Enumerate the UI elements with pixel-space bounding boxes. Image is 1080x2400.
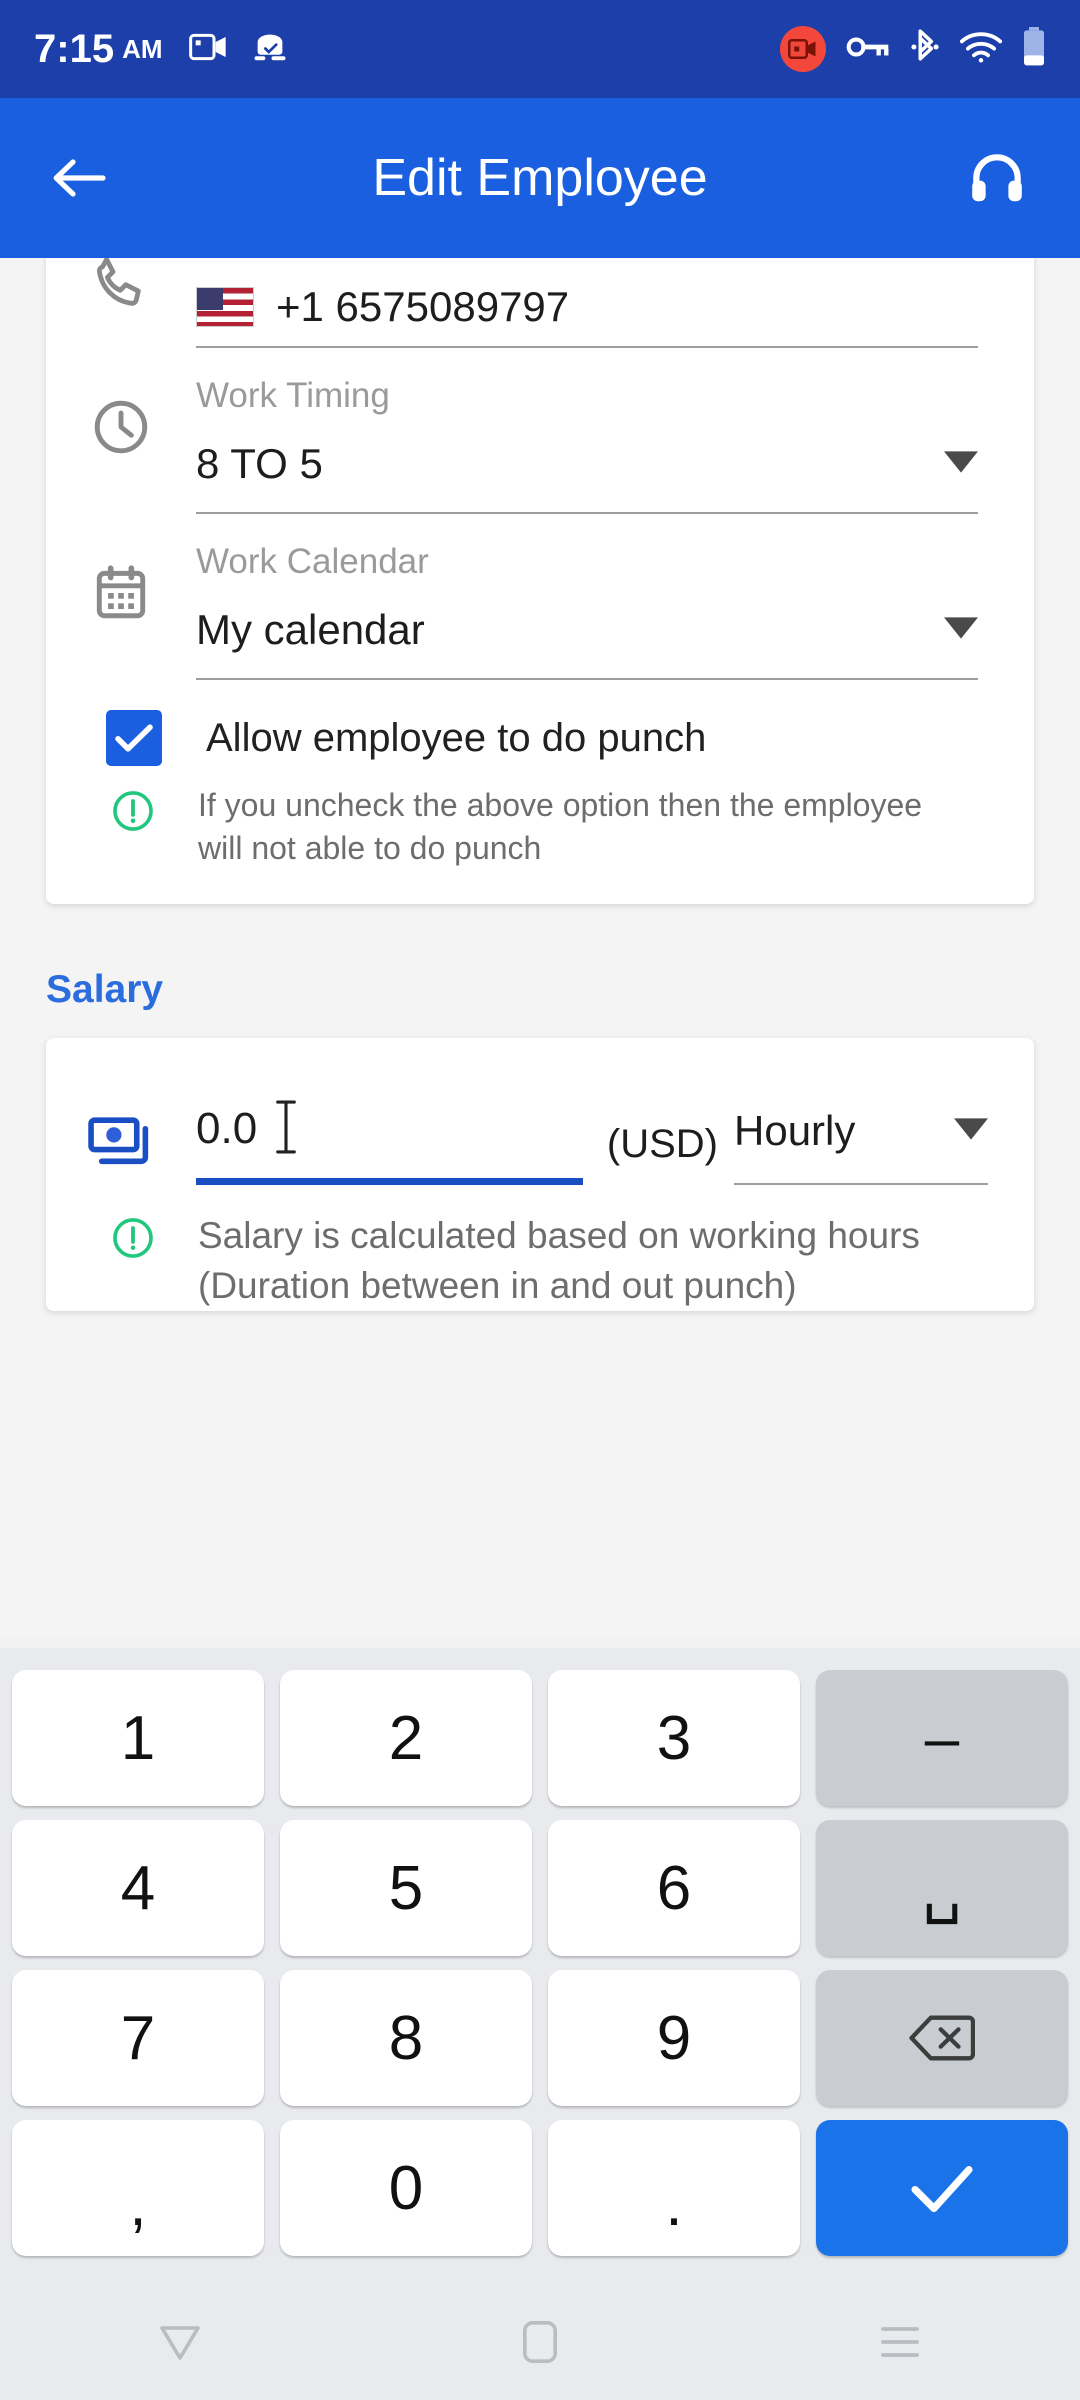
keyboard-row: ,0. xyxy=(12,2120,1068,2256)
nav-recents-button[interactable] xyxy=(840,2302,960,2382)
headset-icon xyxy=(972,154,1022,202)
status-ampm: AM xyxy=(122,33,163,64)
key-1[interactable]: 1 xyxy=(12,1670,264,1806)
recording-badge-icon xyxy=(780,26,826,72)
key-dash[interactable]: – xyxy=(816,1670,1068,1806)
page-title: Edit Employee xyxy=(372,149,708,207)
nav-back-button[interactable] xyxy=(120,2302,240,2382)
backspace-icon xyxy=(909,2015,975,2061)
key-period[interactable]: . xyxy=(548,2120,800,2256)
key-6[interactable]: 6 xyxy=(548,1820,800,1956)
phone-icon xyxy=(46,258,196,348)
key-5[interactable]: 5 xyxy=(280,1820,532,1956)
us-flag-icon xyxy=(196,287,254,327)
work-timing-field[interactable]: Work Timing 8 TO 5 xyxy=(46,348,1034,514)
salary-period-dropdown[interactable]: Hourly xyxy=(734,1096,1034,1186)
form-scroll-area[interactable]: +1 6575089797 Work Timing 8 TO 5 Work Ca… xyxy=(0,258,1080,1638)
support-button[interactable] xyxy=(958,139,1036,217)
phone-screen: 7:15 AM Edit Employee +1 6575089797 Work… xyxy=(0,0,1080,2400)
check-icon xyxy=(911,2166,973,2213)
bluetooth-icon xyxy=(910,28,940,71)
phone-field[interactable]: +1 6575089797 xyxy=(46,258,1034,348)
key-2[interactable]: 2 xyxy=(280,1670,532,1806)
nav-recents-icon xyxy=(881,2327,919,2357)
salary-note-line2: (Duration between in and out punch) xyxy=(198,1265,797,1307)
app-bar: Edit Employee xyxy=(0,98,1080,258)
salary-section-heading: Salary xyxy=(46,968,164,1012)
keyboard-row: 789 xyxy=(12,1970,1068,2106)
info-circle-icon xyxy=(110,1215,156,1266)
salary-note-line1: Salary is calculated based on working ho… xyxy=(198,1215,920,1257)
employee-details-card: +1 6575089797 Work Timing 8 TO 5 Work Ca… xyxy=(46,258,1034,905)
dropdown-arrow-icon[interactable] xyxy=(944,616,978,644)
key-backspace[interactable] xyxy=(816,1970,1068,2106)
battery-icon xyxy=(1022,26,1046,72)
work-calendar-label: Work Calendar xyxy=(196,542,429,581)
android-auto-icon xyxy=(251,30,289,69)
punch-note-text: If you uncheck the above option then the… xyxy=(198,787,923,867)
salary-period-value: Hourly xyxy=(734,1107,856,1155)
key-4[interactable]: 4 xyxy=(12,1820,264,1956)
dropdown-arrow-icon[interactable] xyxy=(954,1118,988,1145)
work-calendar-underline xyxy=(196,678,978,680)
key-8[interactable]: 8 xyxy=(280,1970,532,2106)
dropdown-arrow-icon[interactable] xyxy=(944,450,978,478)
key-9[interactable]: 9 xyxy=(548,1970,800,2106)
text-caret-icon xyxy=(275,1100,297,1159)
punch-note-row: If you uncheck the above option then the… xyxy=(46,766,1034,870)
salary-input-row[interactable]: 0.0 (USD) Hourly xyxy=(46,1038,1034,1186)
salary-amount-value: 0.0 xyxy=(196,1104,258,1154)
key-enter[interactable] xyxy=(816,2120,1068,2256)
back-button[interactable] xyxy=(44,143,114,213)
work-timing-value: 8 TO 5 xyxy=(196,440,323,487)
salary-card: 0.0 (USD) Hourly Salary is calculated ba… xyxy=(46,1038,1034,1312)
nav-back-icon xyxy=(160,2326,200,2360)
vpn-key-icon xyxy=(846,34,890,65)
info-circle-icon xyxy=(110,788,156,839)
keyboard-row: 4 5 6 ␣ xyxy=(12,1820,1068,1956)
work-calendar-value: My calendar xyxy=(196,606,425,653)
key-7[interactable]: 7 xyxy=(12,1970,264,2106)
nav-home-button[interactable] xyxy=(480,2302,600,2382)
work-calendar-field[interactable]: Work Calendar My calendar xyxy=(46,514,1034,680)
system-nav-bar[interactable] xyxy=(0,2284,1080,2400)
wifi-icon xyxy=(959,31,1003,68)
salary-amount-input[interactable]: 0.0 xyxy=(196,1094,607,1186)
nav-home-icon xyxy=(522,2320,557,2364)
keyboard-row: 1 2 3– xyxy=(12,1670,1068,1806)
status-time: 7:15 xyxy=(34,26,115,71)
allow-punch-checkbox[interactable] xyxy=(106,710,162,766)
calendar-icon xyxy=(46,514,196,680)
phone-value: +1 6575089797 xyxy=(276,283,570,330)
salary-currency-label: (USD) xyxy=(606,1122,718,1167)
clock-icon xyxy=(46,348,196,514)
check-icon xyxy=(115,724,153,752)
allow-punch-checkbox-row[interactable]: Allow employee to do punch xyxy=(46,680,1034,766)
screen-record-icon xyxy=(188,31,229,68)
money-icon xyxy=(46,1115,196,1185)
key-3[interactable]: 3 xyxy=(548,1670,800,1806)
salary-period-underline xyxy=(734,1183,988,1186)
work-timing-label: Work Timing xyxy=(196,376,390,415)
back-arrow-icon xyxy=(53,159,106,197)
key-comma[interactable]: , xyxy=(12,2120,264,2256)
allow-punch-label: Allow employee to do punch xyxy=(206,715,707,760)
salary-active-underline xyxy=(196,1178,583,1186)
status-bar: 7:15 AM xyxy=(0,0,1080,98)
salary-note-row: Salary is calculated based on working ho… xyxy=(46,1185,1034,1311)
numeric-keyboard[interactable]: 1 2 3–4 5 6 ␣ 7 8 9, 0. xyxy=(0,1648,1080,2400)
key-0[interactable]: 0 xyxy=(280,2120,532,2256)
key-space[interactable]: ␣ xyxy=(816,1820,1068,1956)
